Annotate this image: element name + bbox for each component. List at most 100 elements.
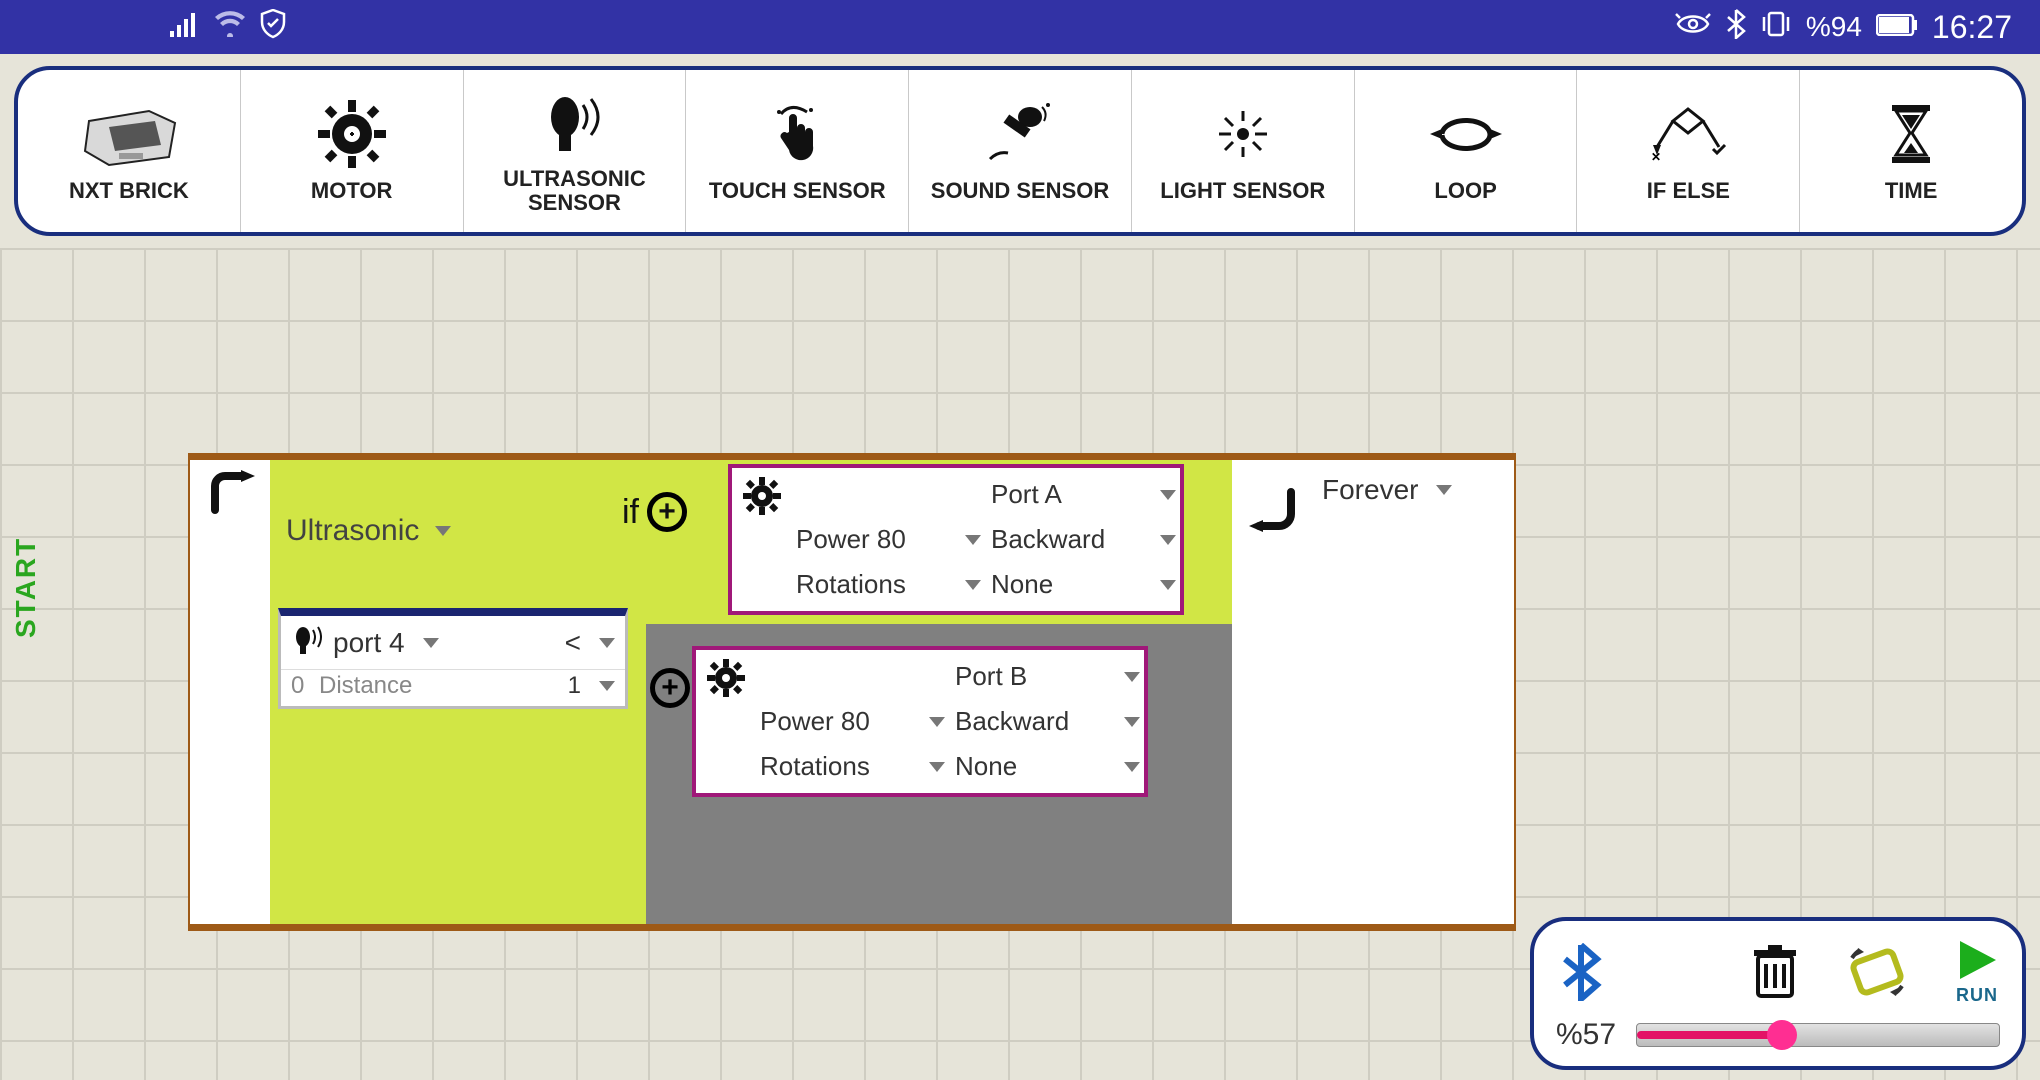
loop-icon	[1426, 99, 1506, 169]
tool-ultrasonic[interactable]: ULTRASONIC SENSOR	[464, 70, 687, 232]
chevron-down-icon	[1160, 490, 1176, 500]
loop-start-icon	[203, 470, 257, 924]
right-value-dropdown[interactable]: 1	[568, 672, 615, 700]
status-bar: %94 16:27	[0, 0, 2040, 54]
add-else-motor[interactable]: +	[650, 668, 690, 708]
chevron-down-icon	[929, 762, 945, 772]
chevron-down-icon	[423, 638, 439, 648]
if-label-row: if +	[622, 492, 687, 532]
loop-mode-dropdown[interactable]: Forever	[1322, 474, 1502, 506]
motor-b-direction-dropdown[interactable]: Backward	[955, 703, 1150, 740]
tool-label: ULTRASONIC SENSOR	[464, 167, 686, 215]
add-motor-button[interactable]: +	[647, 492, 687, 532]
run-button[interactable]: RUN	[1954, 937, 2000, 1006]
toolbar: NXT BRICK MOTOR ULTRASONIC SENSOR TOUCH …	[14, 66, 2026, 236]
motor-b-rotations-dropdown[interactable]: Rotations	[760, 748, 955, 785]
motor-a-rotations-dropdown[interactable]: Rotations	[796, 566, 991, 603]
battery-icon	[1876, 11, 1918, 43]
motor-b-end: None	[955, 751, 1017, 782]
motor-a-block[interactable]: Port A Power 80 Backward Rotations None	[728, 464, 1184, 615]
vibrate-icon	[1760, 9, 1792, 46]
motor-a-port-dropdown[interactable]: Port A	[991, 476, 1186, 513]
run-label: RUN	[1956, 985, 1998, 1006]
canvas[interactable]: START Ultrasonic if +	[0, 248, 2040, 1080]
motor-b-end-dropdown[interactable]: None	[955, 748, 1150, 785]
light-icon	[1211, 99, 1275, 169]
tool-label: NXT BRICK	[69, 179, 189, 203]
tool-ifelse[interactable]: ✕ IF ELSE	[1577, 70, 1800, 232]
ifelse-icon: ✕	[1649, 99, 1727, 169]
status-left	[170, 9, 286, 46]
chevron-down-icon	[1160, 580, 1176, 590]
bluetooth-button[interactable]	[1556, 943, 1606, 1001]
motor-b-power: Power 80	[760, 706, 870, 737]
tool-label: SOUND SENSOR	[931, 179, 1109, 203]
chevron-down-icon	[599, 681, 615, 691]
tool-label: IF ELSE	[1647, 179, 1730, 203]
loop-config-column: Forever	[1314, 460, 1514, 924]
sensor-config-box[interactable]: port 4 < 0 Distance 1	[278, 608, 628, 709]
chevron-down-icon	[965, 580, 981, 590]
wifi-icon	[214, 11, 246, 44]
brick-icon	[79, 99, 179, 169]
if-text: if	[622, 493, 639, 532]
program-block[interactable]: Ultrasonic if + port 4 <	[188, 453, 1516, 931]
motor-a-direction: Backward	[991, 524, 1105, 555]
hourglass-icon	[1888, 99, 1934, 169]
motor-b-direction: Backward	[955, 706, 1069, 737]
rotate-button[interactable]	[1844, 944, 1910, 1000]
port-value: port 4	[333, 627, 405, 659]
tool-sound[interactable]: SOUND SENSOR	[909, 70, 1132, 232]
motor-a-power-dropdown[interactable]: Power 80	[796, 521, 991, 558]
tool-label: MOTOR	[311, 179, 392, 203]
tool-touch[interactable]: TOUCH SENSOR	[686, 70, 909, 232]
svg-text:✕: ✕	[1651, 150, 1661, 163]
compare-dropdown[interactable]: <	[565, 627, 615, 659]
port-dropdown[interactable]: port 4	[333, 627, 557, 659]
chevron-down-icon	[599, 638, 615, 648]
right-value: 1	[568, 672, 581, 700]
slider-fill	[1637, 1031, 1782, 1039]
delete-button[interactable]	[1750, 944, 1800, 1000]
mic-icon	[984, 99, 1056, 169]
motor-b-power-dropdown[interactable]: Power 80	[760, 703, 955, 740]
status-right: %94 16:27	[1674, 9, 2012, 46]
left-value: 0	[291, 672, 311, 700]
motor-b-rotations: Rotations	[760, 751, 870, 782]
tool-nxt-brick[interactable]: NXT BRICK	[18, 70, 241, 232]
tool-motor[interactable]: MOTOR	[241, 70, 464, 232]
bluetooth-icon	[1726, 9, 1746, 46]
sensor-type-label: Ultrasonic	[286, 514, 419, 548]
motor-a-end: None	[991, 569, 1053, 600]
chevron-down-icon	[929, 717, 945, 727]
chevron-down-icon	[1124, 672, 1140, 682]
chevron-down-icon	[1124, 762, 1140, 772]
loop-mode-label: Forever	[1322, 474, 1418, 506]
loop-end-icon	[1243, 484, 1303, 924]
touch-icon	[765, 99, 829, 169]
signal-icon	[170, 11, 200, 44]
tool-label: TOUCH SENSOR	[709, 179, 886, 203]
chevron-down-icon	[435, 526, 451, 536]
gear-icon	[742, 476, 786, 603]
power-slider[interactable]	[1636, 1023, 2000, 1047]
slider-thumb[interactable]	[1767, 1020, 1797, 1050]
tool-time[interactable]: TIME	[1800, 70, 2022, 232]
ultrasonic-icon	[539, 87, 609, 157]
shield-icon	[260, 9, 286, 46]
compare-value: <	[565, 627, 581, 659]
chevron-down-icon	[1160, 535, 1176, 545]
variable-label: Distance	[319, 672, 560, 700]
motor-a-direction-dropdown[interactable]: Backward	[991, 521, 1186, 558]
tool-light[interactable]: LIGHT SENSOR	[1132, 70, 1355, 232]
motor-b-port-dropdown[interactable]: Port B	[955, 658, 1150, 695]
tool-loop[interactable]: LOOP	[1355, 70, 1578, 232]
ultrasonic-icon	[291, 622, 325, 663]
motor-a-end-dropdown[interactable]: None	[991, 566, 1186, 603]
tool-label: LIGHT SENSOR	[1160, 179, 1325, 203]
motor-b-block[interactable]: Port B Power 80 Backward Rotations None	[692, 646, 1148, 797]
eye-icon	[1674, 11, 1712, 44]
motor-a-rotations: Rotations	[796, 569, 906, 600]
gear-icon	[316, 99, 388, 169]
motor-a-power: Power 80	[796, 524, 906, 555]
